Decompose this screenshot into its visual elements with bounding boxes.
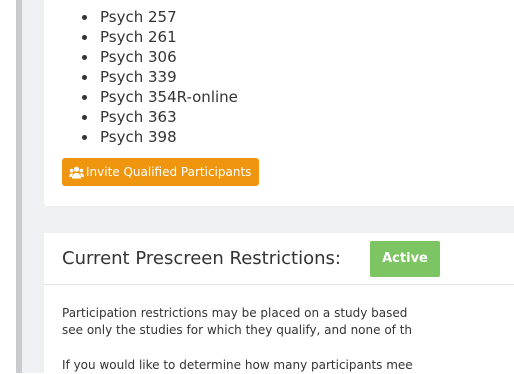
status-badge: Active	[370, 241, 440, 277]
course-label: Psych 261	[100, 28, 177, 46]
description-line: see only the studies for which they qual…	[62, 323, 413, 337]
bullet-icon	[82, 55, 87, 60]
bullet-icon	[82, 135, 87, 140]
course-label: Psych 398	[100, 128, 177, 146]
left-border	[16, 0, 22, 373]
invite-qualified-participants-button[interactable]: Invite Qualified Participants	[62, 158, 260, 186]
invite-button-label: Invite Qualified Participants	[86, 165, 252, 179]
course-list: Psych 257 Psych 261 Psych 306 Psych 339 …	[62, 7, 238, 147]
prescreen-title: Current Prescreen Restrictions:	[62, 248, 341, 269]
course-item: Psych 363	[62, 107, 238, 127]
course-item: Psych 261	[62, 27, 238, 47]
course-item: Psych 257	[62, 7, 238, 27]
course-item: Psych 398	[62, 127, 238, 147]
bullet-icon	[82, 35, 87, 40]
prescreen-count-instructions: If you would like to determine how many …	[62, 357, 413, 374]
bullet-icon	[82, 75, 87, 80]
bullet-icon	[82, 115, 87, 120]
description-line: Participation restrictions may be placed…	[62, 306, 408, 320]
bullet-icon	[82, 95, 87, 100]
instructions-line: If you would like to determine how many …	[62, 358, 413, 372]
prescreen-card-header: Current Prescreen Restrictions: Active	[44, 233, 514, 285]
course-label: Psych 363	[100, 108, 177, 126]
users-icon	[69, 166, 84, 178]
course-item: Psych 306	[62, 47, 238, 67]
prescreen-card: Current Prescreen Restrictions: Active P…	[44, 233, 514, 373]
bullet-icon	[82, 15, 87, 20]
course-item: Psych 339	[62, 67, 238, 87]
course-label: Psych 339	[100, 68, 177, 86]
course-label: Psych 354R-online	[100, 88, 238, 106]
prescreen-description: Participation restrictions may be placed…	[62, 305, 412, 339]
course-item: Psych 354R-online	[62, 87, 238, 107]
course-label: Psych 306	[100, 48, 177, 66]
course-label: Psych 257	[100, 8, 177, 26]
